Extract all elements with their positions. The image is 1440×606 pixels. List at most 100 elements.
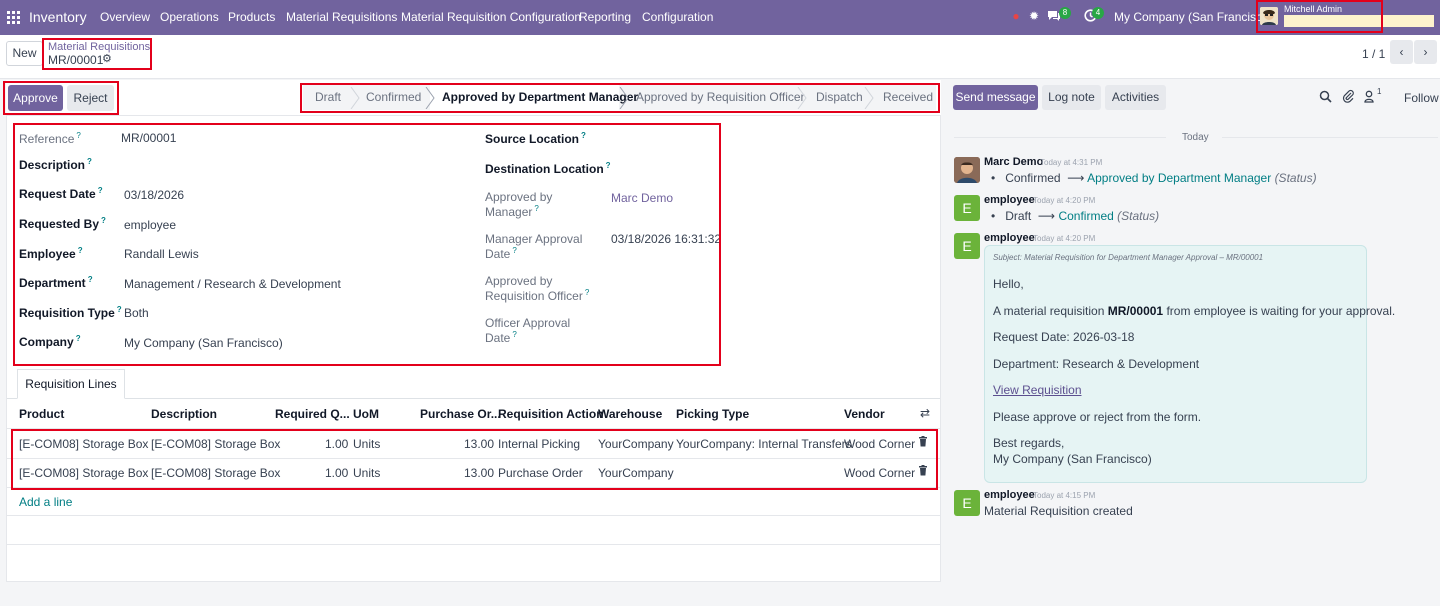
field-label-approved-by-officer: Approved by Requisition Officer? (485, 274, 590, 303)
user-company-bar (1284, 15, 1434, 27)
followers-icon[interactable] (1364, 90, 1374, 106)
stage-approved-by-manager[interactable]: Approved by Department Manager (442, 90, 638, 104)
stage-dispatch[interactable]: Dispatch (816, 90, 863, 104)
field-value-request-date[interactable]: 03/18/2026 (124, 188, 184, 202)
col-description[interactable]: Description (151, 407, 217, 421)
company-switcher[interactable]: My Company (San Francisco) (1114, 10, 1273, 24)
record-icon[interactable]: ● (1009, 9, 1023, 23)
table-row[interactable]: [E-COM08] Storage Box [E-COM08] Storage … (7, 458, 940, 487)
email-subject: Subject: Material Requisition for Depart… (993, 253, 1264, 262)
field-label-requisition-type: Requisition Type? (19, 305, 122, 320)
cell-vendor[interactable]: Wood Corner (844, 437, 915, 451)
user-name[interactable]: Mitchell Admin (1284, 4, 1342, 14)
menu-reporting[interactable]: Reporting (579, 10, 631, 24)
trash-icon[interactable] (918, 465, 928, 479)
col-picking-type[interactable]: Picking Type (676, 407, 749, 421)
activities-button[interactable]: Activities (1105, 85, 1166, 110)
stage-draft[interactable]: Draft (315, 90, 341, 104)
send-message-button[interactable]: Send message (953, 85, 1038, 110)
cell-vendor[interactable]: Wood Corner (844, 466, 915, 480)
stage-received[interactable]: Received (883, 90, 933, 104)
message-author[interactable]: Marc Demo (984, 156, 1043, 168)
message-author[interactable]: employee (984, 194, 1035, 206)
stage-separator-icon (425, 87, 435, 109)
table-row[interactable]: [E-COM08] Storage Box [E-COM08] Storage … (7, 429, 940, 458)
stage-confirmed[interactable]: Confirmed (366, 90, 421, 104)
cell-qty[interactable]: 1.00 (325, 466, 348, 480)
avatar[interactable]: E (954, 490, 980, 516)
cell-uom[interactable]: Units (353, 466, 380, 480)
avatar[interactable] (954, 157, 980, 183)
chevron-right-icon: › (1423, 45, 1428, 59)
bug-icon[interactable]: ✹ (1027, 9, 1041, 23)
cell-action[interactable]: Purchase Order (498, 466, 583, 480)
follow-button[interactable]: Follow (1404, 91, 1439, 105)
field-label-manager-approval-date: Manager Approval Date? (485, 232, 583, 261)
menu-material-requisition-configuration[interactable]: Material Requisition Configuration (401, 10, 581, 24)
breadcrumb-parent[interactable]: Material Requisitions (48, 41, 150, 53)
paperclip-icon[interactable] (1342, 89, 1354, 106)
breadcrumb-current: MR/00001 (48, 53, 104, 67)
menu-overview[interactable]: Overview (100, 10, 150, 24)
new-button[interactable]: New (6, 41, 43, 66)
cell-description[interactable]: [E-COM08] Storage Box (151, 437, 280, 451)
col-vendor[interactable]: Vendor (844, 407, 885, 421)
cell-warehouse[interactable]: YourCompany (598, 437, 674, 451)
view-requisition-link[interactable]: View Requisition (993, 383, 1082, 397)
message-time: Today at 4:20 PM (1033, 234, 1096, 243)
search-icon[interactable] (1319, 90, 1332, 106)
field-value-employee[interactable]: Randall Lewis (124, 247, 199, 261)
cell-product[interactable]: [E-COM08] Storage Box (19, 466, 148, 480)
gear-icon[interactable]: ⚙ (102, 52, 112, 65)
field-value-department[interactable]: Management / Research & Development (124, 277, 341, 291)
avatar[interactable]: E (954, 195, 980, 221)
cell-warehouse[interactable]: YourCompany (598, 466, 674, 480)
pager-next-button[interactable]: › (1414, 40, 1437, 64)
field-value-requisition-type[interactable]: Both (124, 306, 149, 320)
approve-button[interactable]: Approve (8, 85, 63, 111)
log-note-button[interactable]: Log note (1042, 85, 1101, 110)
message-text: Material Requisition created (984, 504, 1133, 518)
menu-operations[interactable]: Operations (160, 10, 219, 24)
avatar[interactable]: E (954, 233, 980, 259)
field-label-company: Company? (19, 334, 81, 349)
pager-value[interactable]: 1 / 1 (1362, 47, 1385, 61)
message-author[interactable]: employee (984, 489, 1035, 501)
cell-qty[interactable]: 1.00 (325, 437, 348, 451)
cell-product[interactable]: [E-COM08] Storage Box (19, 437, 148, 451)
app-grid-icon[interactable] (7, 11, 20, 24)
reject-button[interactable]: Reject (67, 85, 114, 111)
col-requisition-action[interactable]: Requisition Action (498, 407, 604, 421)
col-purchase-order[interactable]: Purchase Or... (420, 407, 501, 421)
row-divider (7, 515, 940, 516)
col-product[interactable]: Product (19, 407, 64, 421)
field-label-department: Department? (19, 275, 93, 290)
col-required-qty[interactable]: Required Q... (275, 407, 350, 421)
cell-uom[interactable]: Units (353, 437, 380, 451)
cell-description[interactable]: [E-COM08] Storage Box (151, 466, 280, 480)
column-settings-icon[interactable]: ⇄ (920, 406, 930, 420)
cell-picking-type[interactable]: YourCompany: Internal Transfers (676, 437, 852, 451)
message-author[interactable]: employee (984, 232, 1035, 244)
day-separator: Today (1182, 132, 1209, 143)
cell-purchase[interactable]: 13.00 (464, 437, 494, 451)
user-avatar[interactable] (1260, 7, 1278, 25)
cell-action[interactable]: Internal Picking (498, 437, 580, 451)
menu-configuration[interactable]: Configuration (642, 10, 713, 24)
field-value-requested-by[interactable]: employee (124, 218, 176, 232)
trash-icon[interactable] (918, 436, 928, 450)
menu-material-requisitions[interactable]: Material Requisitions (286, 10, 397, 24)
tab-requisition-lines[interactable]: Requisition Lines (17, 369, 125, 399)
pager-previous-button[interactable]: ‹ (1390, 40, 1413, 64)
col-warehouse[interactable]: Warehouse (598, 407, 662, 421)
col-uom[interactable]: UoM (353, 407, 379, 421)
field-value-company[interactable]: My Company (San Francisco) (124, 336, 283, 350)
add-line-link[interactable]: Add a line (19, 495, 72, 509)
chevron-left-icon: ‹ (1399, 45, 1404, 59)
stage-approved-by-officer[interactable]: Approved by Requisition Officer (636, 90, 805, 104)
app-name[interactable]: Inventory (29, 9, 87, 25)
field-value-approved-by-manager[interactable]: Marc Demo (611, 191, 673, 205)
menu-products[interactable]: Products (228, 10, 275, 24)
cell-purchase[interactable]: 13.00 (464, 466, 494, 480)
activities-badge: 4 (1092, 7, 1104, 19)
